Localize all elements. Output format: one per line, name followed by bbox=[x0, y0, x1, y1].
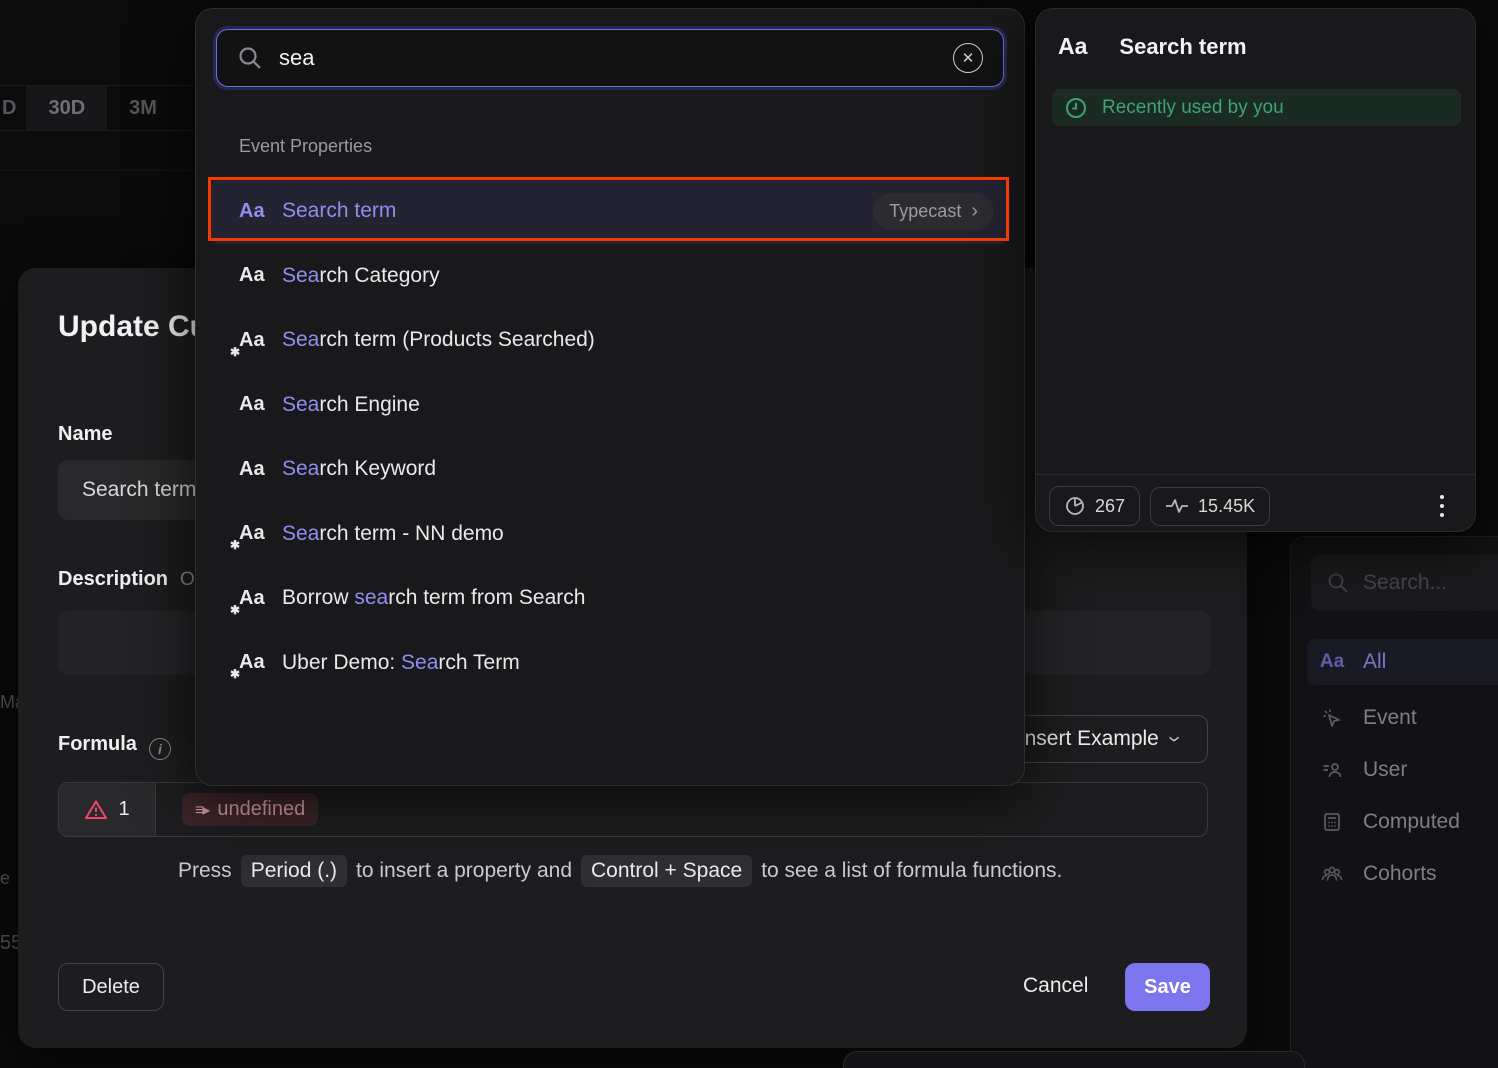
typecast-button[interactable]: Typecast › bbox=[873, 193, 994, 230]
cardinality-stat[interactable]: 267 bbox=[1049, 486, 1140, 526]
text-property-icon: Aa bbox=[1319, 651, 1345, 673]
custom-property-icon: Aa✱ bbox=[239, 329, 282, 352]
text-property-icon: Aa bbox=[1058, 33, 1087, 60]
computed-icon bbox=[1319, 811, 1345, 833]
result-search-engine[interactable]: Aa Search Engine bbox=[210, 373, 1010, 438]
result-search-category[interactable]: Aa Search Category bbox=[210, 244, 1010, 309]
sidebar-item-label: User bbox=[1363, 758, 1407, 782]
cancel-button[interactable]: Cancel bbox=[1023, 974, 1088, 998]
user-icon bbox=[1319, 759, 1345, 781]
kbd-period: Period (.) bbox=[241, 855, 347, 887]
result-search-term-nn-demo[interactable]: Aa✱ Search term - NN demo bbox=[210, 502, 1010, 567]
recently-used-badge: Recently used by you bbox=[1052, 89, 1461, 126]
undefined-token[interactable]: ≡▸ undefined bbox=[182, 793, 318, 826]
property-search-input[interactable] bbox=[279, 45, 937, 71]
search-results-list: Aa Search term Typecast › Aa Search Cate… bbox=[210, 179, 1010, 695]
time-range-button-partial[interactable]: D bbox=[0, 86, 26, 130]
save-button[interactable]: Save bbox=[1125, 963, 1210, 1011]
property-search-dropdown: ✕ Event Properties Aa Search term Typeca… bbox=[195, 8, 1025, 786]
volume-stat[interactable]: 15.45K bbox=[1150, 487, 1270, 526]
warning-icon bbox=[84, 799, 108, 820]
info-icon[interactable]: i bbox=[149, 738, 171, 760]
custom-property-icon: Aa✱ bbox=[239, 522, 282, 545]
divider bbox=[1036, 474, 1475, 475]
clock-icon bbox=[1064, 96, 1088, 120]
result-search-term[interactable]: Aa Search term Typecast › bbox=[210, 179, 1010, 244]
pie-chart-icon bbox=[1064, 495, 1086, 517]
property-type-sidebar: Aa All Event User Computed Cohorts bbox=[1290, 536, 1498, 1068]
formula-label: Formulai bbox=[58, 733, 171, 760]
sidebar-search-field[interactable] bbox=[1311, 555, 1498, 611]
result-uber-demo-search-term[interactable]: Aa✱ Uber Demo: Search Term bbox=[210, 631, 1010, 696]
search-icon bbox=[1327, 572, 1349, 594]
sidebar-item-label: All bbox=[1363, 650, 1386, 674]
modal-title: Update Cu bbox=[58, 310, 208, 344]
chevron-down-icon: › bbox=[1161, 736, 1187, 742]
time-range-button-3m[interactable]: 3M bbox=[107, 86, 179, 130]
chart-axis-fragment: e bbox=[0, 868, 10, 889]
result-search-term-products-searched[interactable]: Aa✱ Search term (Products Searched) bbox=[210, 308, 1010, 373]
clear-icon[interactable]: ✕ bbox=[953, 43, 983, 73]
section-header: Event Properties bbox=[239, 136, 372, 157]
kbd-control-space: Control + Space bbox=[581, 855, 752, 887]
formula-error-counter: 1 bbox=[59, 783, 156, 836]
name-label: Name bbox=[58, 423, 112, 446]
sidebar-item-event[interactable]: Event bbox=[1307, 695, 1498, 741]
text-property-icon: Aa bbox=[239, 393, 282, 416]
formula-hint: Press Period (.) to insert a property an… bbox=[178, 855, 1062, 887]
time-range-button-30d[interactable]: 30D bbox=[26, 86, 107, 130]
sidebar-item-computed[interactable]: Computed bbox=[1307, 799, 1498, 845]
kebab-menu-icon[interactable] bbox=[1432, 491, 1452, 521]
divider bbox=[0, 130, 195, 131]
search-icon bbox=[237, 45, 263, 71]
custom-property-icon: Aa✱ bbox=[239, 651, 282, 674]
text-property-icon: Aa bbox=[239, 264, 282, 287]
text-property-icon: Aa bbox=[239, 200, 282, 223]
sidebar-item-all[interactable]: Aa All bbox=[1307, 639, 1498, 685]
sidebar-item-cohorts[interactable]: Cohorts bbox=[1307, 851, 1498, 897]
sidebar-item-label: Event bbox=[1363, 706, 1417, 730]
sidebar-item-label: Computed bbox=[1363, 810, 1460, 834]
divider bbox=[0, 170, 195, 171]
background-panel-edge bbox=[843, 1051, 1305, 1068]
time-range-toolbar: D 30D 3M bbox=[0, 86, 179, 130]
sidebar-item-label: Cohorts bbox=[1363, 862, 1437, 886]
formula-editor[interactable]: 1 ≡▸ undefined bbox=[58, 782, 1208, 837]
name-value: Search term bbox=[82, 478, 196, 502]
sidebar-search-input[interactable] bbox=[1363, 571, 1483, 595]
event-icon bbox=[1319, 707, 1345, 729]
app-canvas: D 30D 3M May e 55 Aa All Event User bbox=[0, 0, 1498, 1068]
property-search-field[interactable]: ✕ bbox=[216, 29, 1004, 87]
formula-token-icon: ≡▸ bbox=[195, 800, 208, 820]
cohorts-icon bbox=[1319, 863, 1345, 885]
delete-button[interactable]: Delete bbox=[58, 963, 164, 1011]
error-count: 1 bbox=[118, 798, 129, 821]
result-borrow-search-term[interactable]: Aa✱ Borrow search term from Search bbox=[210, 566, 1010, 631]
text-property-icon: Aa bbox=[239, 458, 282, 481]
activity-icon bbox=[1165, 497, 1189, 515]
custom-property-icon: Aa✱ bbox=[239, 587, 282, 610]
property-details-panel: Aa Search term Recently used by you 267 … bbox=[1035, 8, 1476, 532]
result-search-keyword[interactable]: Aa Search Keyword bbox=[210, 437, 1010, 502]
property-title: Search term bbox=[1119, 34, 1246, 60]
sidebar-item-user[interactable]: User bbox=[1307, 747, 1498, 793]
chevron-right-icon: › bbox=[971, 206, 978, 216]
